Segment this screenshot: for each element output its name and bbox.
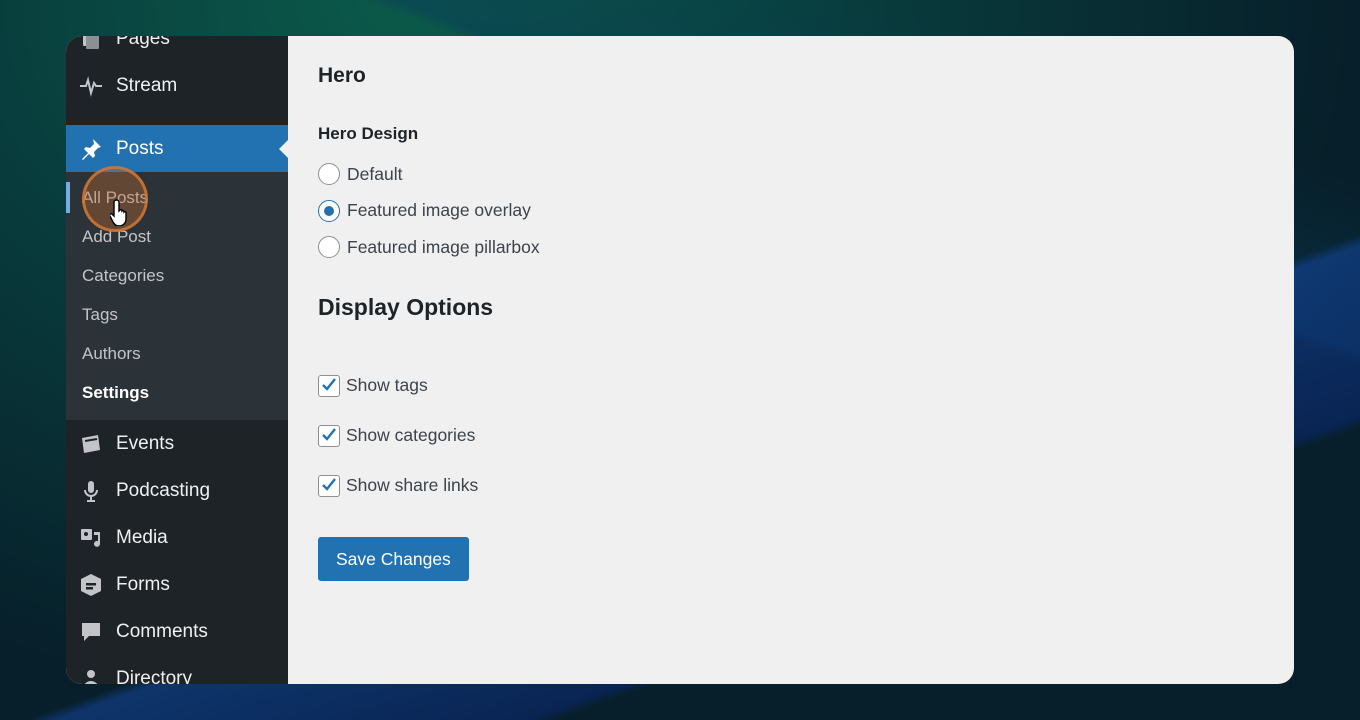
sidebar-item-label: Comments [116, 620, 208, 642]
comment-icon [78, 619, 104, 645]
section-title-hero: Hero [318, 64, 366, 87]
submenu-all-posts[interactable]: All Posts [66, 178, 288, 217]
forms-icon [78, 572, 104, 598]
radio-featured-image-pillarbox[interactable]: Featured image pillarbox [318, 229, 1264, 266]
sidebar-item-label: Forms [116, 573, 170, 595]
sidebar-item-stream[interactable]: Stream [66, 62, 288, 109]
submenu-settings[interactable]: Settings [66, 373, 288, 412]
sidebar-item-posts[interactable]: Posts [66, 125, 288, 172]
checkbox[interactable] [318, 374, 340, 397]
checkbox-label: Show tags [346, 375, 428, 395]
checkmark-icon [322, 427, 336, 441]
sidebar-item-label: Pages [116, 36, 170, 49]
checkmark-icon [322, 377, 336, 391]
radio-label: Featured image overlay [347, 200, 531, 221]
sidebar-item-label: Podcasting [116, 479, 211, 501]
pages-icon [78, 36, 104, 52]
pushpin-icon [78, 136, 104, 162]
sidebar-item-comments[interactable]: Comments [66, 608, 288, 655]
section-title-display-options: Display Options [318, 293, 494, 320]
sidebar-item-label: Posts [116, 137, 164, 159]
submenu-categories[interactable]: Categories [66, 256, 288, 295]
checkbox-label: Show categories [346, 425, 476, 445]
admin-window: Pages Stream Posts All Posts Add Post Ca… [66, 36, 1294, 684]
submenu-add-post[interactable]: Add Post [66, 217, 288, 256]
person-icon [78, 666, 104, 684]
radio-featured-image-overlay[interactable]: Featured image overlay [318, 193, 1264, 230]
radio-button[interactable] [318, 163, 340, 186]
checkbox[interactable] [318, 474, 340, 497]
sidebar-item-label: Media [116, 526, 168, 548]
calendar-icon [78, 431, 104, 457]
sidebar-item-label: Stream [116, 74, 178, 96]
hero-design-label: Hero Design [318, 124, 419, 143]
radio-label: Default [347, 163, 403, 184]
sidebar-item-pages[interactable]: Pages [66, 36, 288, 62]
radio-default[interactable]: Default [318, 156, 1264, 193]
radio-label: Featured image pillarbox [347, 236, 540, 257]
save-changes-button[interactable]: Save Changes [318, 536, 469, 581]
settings-content: Hero Hero Design Default Featured image … [288, 36, 1294, 684]
checkmark-icon [322, 477, 336, 491]
sidebar-item-podcasting[interactable]: Podcasting [66, 467, 288, 514]
checkbox-show-categories[interactable]: Show categories [318, 411, 1264, 461]
checkbox-label: Show share links [346, 475, 479, 495]
radio-button[interactable] [318, 199, 340, 222]
pulse-icon [78, 73, 104, 99]
checkbox-show-share-links[interactable]: Show share links [318, 461, 1264, 511]
submenu-tags[interactable]: Tags [66, 295, 288, 334]
sidebar-item-media[interactable]: Media [66, 514, 288, 561]
posts-submenu: All Posts Add Post Categories Tags Autho… [66, 172, 288, 420]
radio-button[interactable] [318, 236, 340, 259]
sidebar-item-events[interactable]: Events [66, 420, 288, 467]
media-icon [78, 525, 104, 551]
checkbox[interactable] [318, 424, 340, 447]
sidebar-item-label: Directory [116, 667, 193, 685]
microphone-icon [78, 478, 104, 504]
submenu-authors[interactable]: Authors [66, 334, 288, 373]
sidebar-item-directory[interactable]: Directory [66, 655, 288, 684]
sidebar-item-forms[interactable]: Forms [66, 561, 288, 608]
sidebar-item-label: Events [116, 432, 175, 454]
admin-sidebar: Pages Stream Posts All Posts Add Post Ca… [66, 36, 288, 684]
checkbox-show-tags[interactable]: Show tags [318, 361, 1264, 411]
